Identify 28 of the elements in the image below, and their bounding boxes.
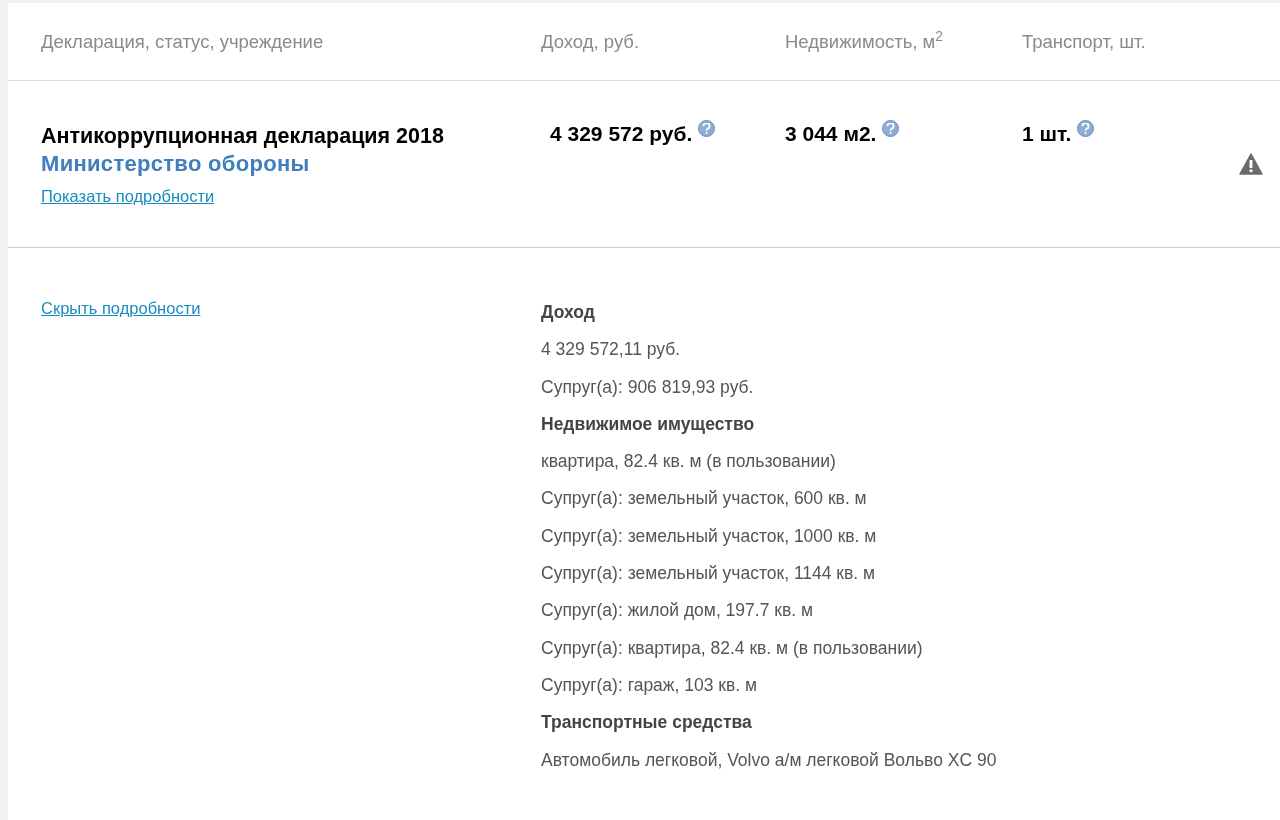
detail-text: Супруг(а): квартира, 82.4 кв. м (в пользовании) bbox=[541, 636, 924, 660]
value-text: 4 329 572 руб. bbox=[550, 122, 693, 146]
value-text: 1 шт. bbox=[1022, 122, 1072, 146]
warning-icon[interactable] bbox=[1239, 153, 1263, 175]
section-heading: Транспортные средства bbox=[541, 711, 753, 735]
section-heading: Доход bbox=[541, 301, 596, 324]
column-header: Недвижимость, м$^{2}$ bbox=[785, 30, 943, 52]
detail-text: Супруг(а): земельный участок, 600 кв. м bbox=[541, 487, 868, 511]
column-header: Декларация, статус, учреждение bbox=[41, 30, 324, 52]
help-icon[interactable] bbox=[882, 120, 900, 137]
detail-text: Автомобиль легковой, Volvo а/м легковой Вольво XC 90 bbox=[541, 748, 997, 772]
detail-text: 4 329 572,11 руб. bbox=[541, 338, 682, 362]
detail-text: квартира, 82.4 кв. м (в пользовании) bbox=[541, 450, 837, 474]
declaration-title: Антикоррупционная декларация 2018 bbox=[41, 123, 444, 150]
detail-text: Супруг(а): 906 819,93 руб. bbox=[541, 375, 755, 399]
column-header: Доход, руб. bbox=[541, 30, 640, 52]
organization-link[interactable]: Министерство обороны bbox=[41, 150, 310, 178]
help-icon[interactable] bbox=[698, 120, 716, 137]
section-heading: Недвижимое имущество bbox=[541, 412, 756, 436]
value-text: 3 044 м2. bbox=[785, 122, 877, 146]
column-header: Транспорт, шт. bbox=[1022, 30, 1146, 52]
hide-details-link[interactable]: Скрыть подробности bbox=[41, 299, 201, 317]
detail-text: Супруг(а): земельный участок, 1000 кв. м bbox=[541, 524, 878, 548]
help-icon[interactable] bbox=[1077, 120, 1095, 137]
detail-text: Супруг(а): жилой дом, 197.7 кв. м bbox=[541, 599, 814, 623]
detail-text: Супруг(а): земельный участок, 1144 кв. м bbox=[541, 562, 877, 586]
show-details-link[interactable]: Показать подробности bbox=[41, 184, 215, 209]
detail-text: Супруг(а): гараж, 103 кв. м bbox=[541, 673, 759, 697]
